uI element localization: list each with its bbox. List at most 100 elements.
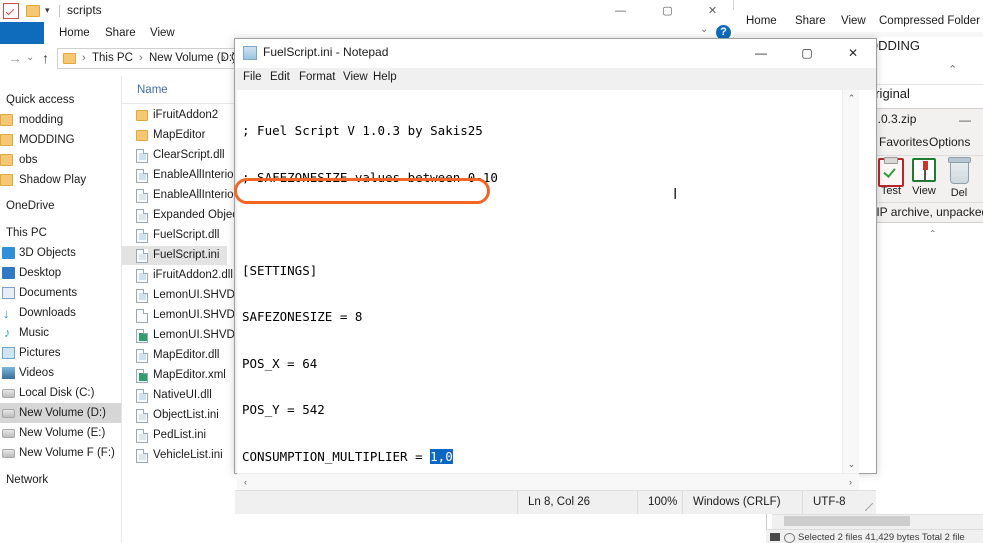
sidebar-item-videos[interactable]: Videos <box>0 363 121 383</box>
sidebar-label-onedrive: OneDrive <box>6 200 55 212</box>
properties-icon[interactable] <box>3 3 19 19</box>
table-row[interactable]: LemonUI.SHVDN2. <box>122 326 253 345</box>
winrar-view-button[interactable]: View <box>906 158 942 197</box>
scroll-up-icon[interactable]: ⌃ <box>843 90 860 107</box>
table-row[interactable]: iFruitAddon2.dll <box>122 266 233 285</box>
table-row[interactable]: PedList.ini <box>122 426 227 445</box>
file-name: MapEditor.dll <box>153 349 220 361</box>
winrar-delete-button[interactable]: Del <box>941 157 977 199</box>
bg-tab-compressed-folder-tools[interactable]: Compressed Folder Tools <box>879 10 983 32</box>
table-row[interactable]: LemonUI.SHVDN2. <box>122 306 253 325</box>
sidebar-item-desktop[interactable]: Desktop <box>0 263 121 283</box>
background-scrollbar-thumb[interactable] <box>784 516 910 526</box>
table-row[interactable]: EnableAllInteriors.i <box>122 186 249 205</box>
table-row[interactable]: Expanded ObjectLi <box>122 206 250 225</box>
notepad-menubar: File Edit Format View Help <box>235 68 876 90</box>
notepad-statusbar: Ln 8, Col 26 100% Windows (CRLF) UTF-8 <box>235 490 876 514</box>
bg-tab-share[interactable]: Share <box>795 10 826 32</box>
table-row[interactable]: ObjectList.ini <box>122 406 227 425</box>
table-row[interactable]: MapEditor <box>122 126 227 145</box>
sidebar-label-quick-access: Quick access <box>6 94 75 106</box>
dll-file-icon <box>136 149 148 163</box>
table-row[interactable]: VehicleList.ini <box>122 446 227 465</box>
bg-tab-home[interactable]: Home <box>746 10 777 32</box>
table-row[interactable]: iFruitAddon2 <box>122 106 227 125</box>
sidebar-item-new-volume-d[interactable]: New Volume (D:) <box>0 403 121 423</box>
sidebar-item-obs[interactable]: obs <box>0 150 121 170</box>
menu-edit[interactable]: Edit <box>270 71 290 83</box>
winrar-view-label: View <box>912 185 936 197</box>
table-row-selected[interactable]: FuelScript.ini <box>122 246 227 265</box>
sidebar-item-local-disk-c[interactable]: Local Disk (C:) <box>0 383 121 403</box>
winrar-menu-options[interactable]: Options <box>929 135 970 149</box>
sidebar-item-music[interactable]: Music <box>0 323 121 343</box>
scroll-left-icon[interactable]: ‹ <box>237 474 254 491</box>
folder-icon <box>0 174 13 186</box>
scroll-right-icon[interactable]: › <box>842 474 859 491</box>
sidebar-item-pictures[interactable]: Pictures <box>0 343 121 363</box>
table-row[interactable]: FuelScript.dll <box>122 226 227 245</box>
selected-value[interactable]: 1,0 <box>430 448 453 464</box>
ini-file-icon <box>136 189 148 203</box>
column-header-name[interactable]: Name <box>137 84 168 96</box>
sidebar-item-modding[interactable]: modding <box>0 110 121 130</box>
folder-icon <box>0 154 13 166</box>
breadcrumb-this-pc[interactable]: This PC <box>92 52 133 64</box>
sidebar-header-onedrive[interactable]: OneDrive <box>0 196 121 216</box>
menu-format[interactable]: Format <box>299 71 335 83</box>
tab-share[interactable]: Share <box>105 22 136 44</box>
explorer-titlebar: ▾ scripts — ▢ ✕ <box>0 0 733 22</box>
table-row[interactable]: MapEditor.dll <box>122 346 227 365</box>
back-icon[interactable]: → <box>8 50 22 66</box>
tab-view[interactable]: View <box>150 22 175 44</box>
menu-file[interactable]: File <box>243 71 262 83</box>
notepad-close-button[interactable]: ✕ <box>830 39 876 68</box>
tab-file[interactable] <box>0 22 44 44</box>
menu-view[interactable]: View <box>343 71 368 83</box>
scroll-down-icon[interactable]: ⌄ <box>843 456 860 473</box>
notepad-text-editor[interactable]: ; Fuel Script V 1.0.3 by Sakis25 ; SAFEZ… <box>237 90 842 473</box>
menu-help[interactable]: Help <box>373 71 397 83</box>
folder-icon <box>136 130 148 141</box>
notepad-maximize-button[interactable]: ▢ <box>784 39 830 68</box>
sidebar-item-new-volume-e[interactable]: New Volume (E:) <box>0 423 121 443</box>
notepad-minimize-button[interactable]: — <box>738 39 784 68</box>
new-folder-icon[interactable] <box>26 5 40 17</box>
explorer-close-button[interactable]: ✕ <box>690 0 735 22</box>
collapse-ribbon-icon[interactable]: ⌄ <box>700 24 708 35</box>
up-icon[interactable]: ↑ <box>42 50 49 66</box>
sidebar-item-downloads[interactable]: Downloads <box>0 303 121 324</box>
explorer-minimize-button[interactable]: — <box>598 0 643 22</box>
winrar-menu-favorites[interactable]: Favorites <box>879 135 928 149</box>
ini-file-icon <box>136 249 148 263</box>
text-line: SAFEZONESIZE = 8 <box>242 309 363 324</box>
sidebar-item-documents[interactable]: Documents <box>0 283 121 303</box>
sidebar-item-new-volume-f[interactable]: New Volume F (F:) <box>0 443 121 463</box>
table-row[interactable]: EnableAllInteriors.d <box>122 166 253 185</box>
table-row[interactable]: MapEditor.xml <box>122 366 227 385</box>
notepad-horizontal-scrollbar[interactable]: ‹ › <box>237 473 859 491</box>
bg-tab-view[interactable]: View <box>841 10 866 32</box>
sidebar-header-this-pc[interactable]: This PC <box>0 223 121 243</box>
table-row[interactable]: NativeUI.dll <box>122 386 227 405</box>
winrar-minimize-button[interactable]: — <box>959 113 971 127</box>
sidebar-header-quick-access: Quick access <box>0 90 121 110</box>
details-view-icon[interactable] <box>770 533 780 541</box>
table-row[interactable]: ClearScript.dll <box>122 146 227 165</box>
address-bar[interactable]: › This PC › New Volume (D:) › G <box>57 48 240 69</box>
explorer-maximize-button[interactable]: ▢ <box>645 0 690 22</box>
sidebar-item-shadow-play[interactable]: Shadow Play <box>0 170 121 190</box>
table-row[interactable]: LemonUI.SHVDN2. <box>122 286 253 305</box>
sidebar-item-MODDING[interactable]: MODDING <box>0 130 121 150</box>
large-icons-view-icon[interactable] <box>784 533 795 543</box>
notepad-vertical-scrollbar[interactable]: ⌃ ⌄ <box>842 90 860 473</box>
folder-icon <box>0 134 13 146</box>
winrar-test-button[interactable]: Test <box>873 157 909 197</box>
resize-grip-icon[interactable] <box>865 503 873 511</box>
status-zoom[interactable]: 100% <box>637 491 682 514</box>
sidebar-header-network[interactable]: Network <box>0 470 121 490</box>
recent-locations-icon[interactable]: ⌄ <box>26 52 34 63</box>
tab-home[interactable]: Home <box>59 22 90 44</box>
videos-icon <box>2 367 15 379</box>
sidebar-item-3d-objects[interactable]: 3D Objects <box>0 243 121 263</box>
